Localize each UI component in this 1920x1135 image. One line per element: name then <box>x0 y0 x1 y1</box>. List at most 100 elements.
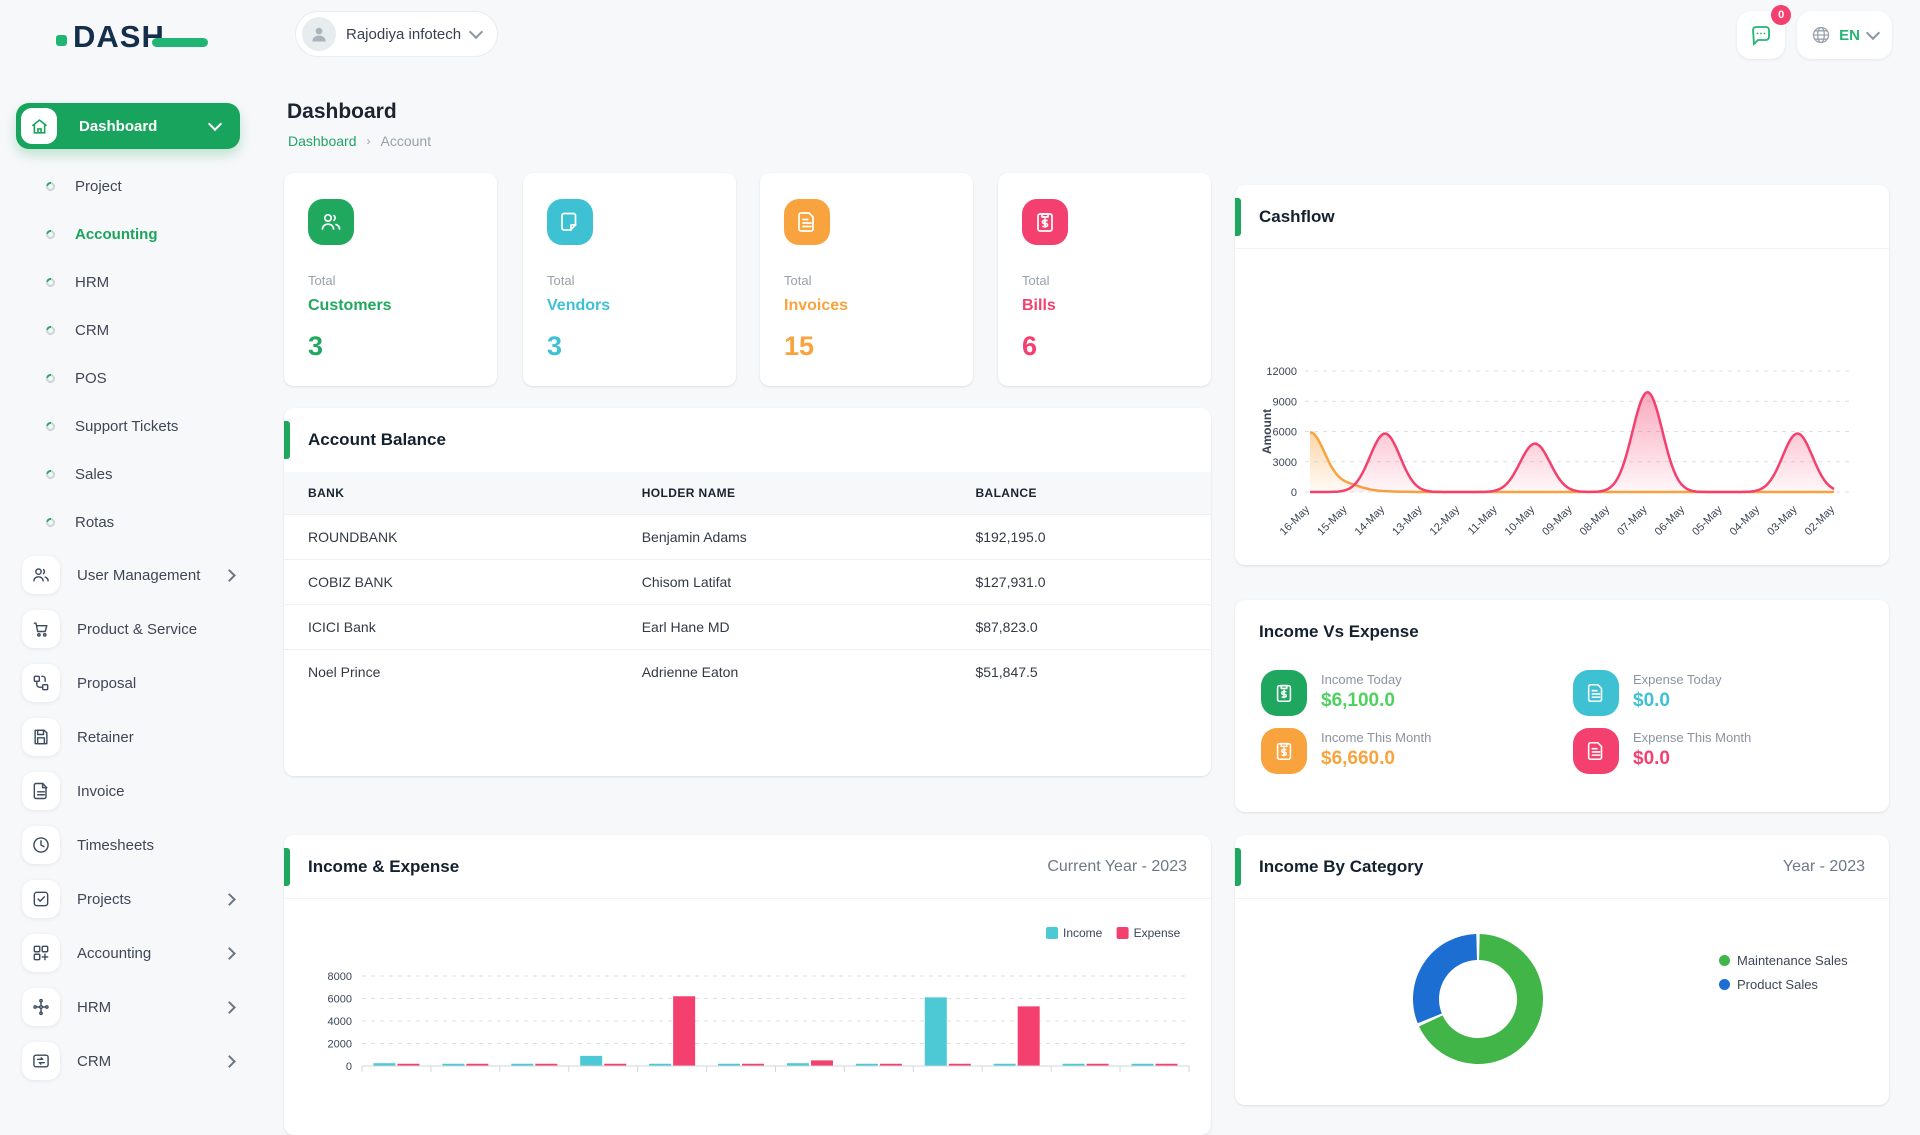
sidebar-item-label: CRM <box>77 1053 225 1070</box>
bank-cell: Noel Prince <box>284 650 618 695</box>
bullet-icon <box>44 276 57 289</box>
chart-legend: Maintenance Sales Product Sales <box>1719 953 1848 992</box>
sidebar-subitem-accounting[interactable]: Accounting <box>0 210 284 258</box>
balance-cell: $192,195.0 <box>951 515 1211 560</box>
legend-dot-icon <box>1719 955 1730 966</box>
bill-icon <box>1273 740 1295 762</box>
avatar <box>302 17 336 51</box>
sidebar-item-accounting[interactable]: Accounting <box>0 926 284 980</box>
chevron-down-icon <box>208 117 222 131</box>
sidebar-item-user-management[interactable]: User Management <box>0 548 284 602</box>
invoice-icon <box>1585 682 1607 704</box>
sidebar-item-label: Timesheets <box>77 837 284 854</box>
card-title: Income By Category <box>1259 857 1423 877</box>
note-icon <box>558 210 582 234</box>
legend-item-maintenance-sales: Maintenance Sales <box>1719 953 1848 968</box>
summary-tile-income-today: Income Today$6,100.0 <box>1261 670 1402 716</box>
invoice-icon <box>795 210 819 234</box>
income-vs-expense-card: Income Vs Expense Income Today$6,100.0Ex… <box>1235 600 1889 812</box>
tile-label: Expense Today <box>1633 670 1722 687</box>
cashflow-area-chart: 030006000900012000Amount16-May15-May14-M… <box>1235 249 1889 565</box>
sidebar-item-proposal[interactable]: Proposal <box>0 656 284 710</box>
svg-text:12-May: 12-May <box>1428 503 1463 538</box>
sidebar-item-label: Proposal <box>77 675 284 692</box>
sidebar-subitem-crm[interactable]: CRM <box>0 306 284 354</box>
sidebar-subitem-label: Rotas <box>75 514 114 531</box>
workspace-selector[interactable]: Rajodiya infotech <box>295 11 498 57</box>
svg-text:06-May: 06-May <box>1653 503 1688 538</box>
sidebar-item-timesheets[interactable]: Timesheets <box>0 818 284 872</box>
sidebar-subitem-rotas[interactable]: Rotas <box>0 498 284 546</box>
card-accent-bar <box>1235 848 1241 886</box>
sidebar-item-label: Invoice <box>77 783 284 800</box>
breadcrumb-dashboard-link[interactable]: Dashboard <box>288 133 357 149</box>
bullet-icon <box>44 372 57 385</box>
svg-text:16-May: 16-May <box>1278 503 1313 538</box>
sidebar-item-hrm[interactable]: HRM <box>0 980 284 1034</box>
globe-icon <box>1811 25 1831 45</box>
language-code: EN <box>1839 27 1860 44</box>
chevron-right-icon <box>223 893 236 906</box>
file-icon <box>31 781 51 801</box>
legend-dot-icon <box>1719 979 1730 990</box>
sidebar-item-projects[interactable]: Projects <box>0 872 284 926</box>
holder-cell: Adrienne Eaton <box>618 650 952 695</box>
cashflow-chart-card: Cashflow 030006000900012000Amount16-May1… <box>1235 185 1889 565</box>
clock-icon <box>31 835 51 855</box>
income-by-category-card: Income By Category Year - 2023 Maintenan… <box>1235 835 1889 1105</box>
bullet-icon <box>44 468 57 481</box>
stat-label: Bills <box>1022 297 1056 315</box>
svg-text:2000: 2000 <box>328 1039 352 1051</box>
svg-text:0: 0 <box>346 1061 352 1073</box>
language-selector[interactable]: EN <box>1797 11 1892 59</box>
sidebar-item-dashboard[interactable]: Dashboard <box>16 103 240 149</box>
sidebar-subitem-project[interactable]: Project <box>0 162 284 210</box>
sidebar-item-product-service[interactable]: Product & Service <box>0 602 284 656</box>
bullet-icon <box>44 180 57 193</box>
svg-text:02-May: 02-May <box>1803 503 1838 538</box>
svg-text:14-May: 14-May <box>1353 503 1388 538</box>
summary-tile-income-this-month: Income This Month$6,660.0 <box>1261 728 1431 774</box>
svg-text:09-May: 09-May <box>1540 503 1575 538</box>
stat-card-invoices: TotalInvoices15 <box>760 173 973 386</box>
svg-text:0: 0 <box>1291 487 1297 499</box>
sidebar-subitem-pos[interactable]: POS <box>0 354 284 402</box>
stat-prefix: Total <box>308 273 335 288</box>
chat-icon <box>1749 23 1773 47</box>
bullet-icon <box>44 228 57 241</box>
svg-text:12000: 12000 <box>1266 366 1297 378</box>
svg-text:Expense: Expense <box>1134 926 1181 940</box>
table-row: ROUNDBANKBenjamin Adams$192,195.0 <box>284 515 1211 560</box>
logo-dot-icon <box>56 35 67 46</box>
svg-text:11-May: 11-May <box>1466 503 1500 537</box>
chevron-right-icon <box>223 1055 236 1068</box>
balance-cell: $127,931.0 <box>951 560 1211 605</box>
summary-tile-expense-this-month: Expense This Month$0.0 <box>1573 728 1751 774</box>
sidebar-subitem-hrm[interactable]: HRM <box>0 258 284 306</box>
messages-button[interactable]: 0 <box>1737 11 1785 59</box>
sidebar-subitem-label: HRM <box>75 274 109 291</box>
sidebar-item-invoice[interactable]: Invoice <box>0 764 284 818</box>
sidebar-subitem-sales[interactable]: Sales <box>0 450 284 498</box>
legend-item-product-sales: Product Sales <box>1719 977 1848 992</box>
stat-value: 3 <box>547 331 562 362</box>
legend-label: Product Sales <box>1737 977 1818 992</box>
stat-prefix: Total <box>784 273 811 288</box>
sidebar-subitem-support-tickets[interactable]: Support Tickets <box>0 402 284 450</box>
stat-card-vendors: TotalVendors3 <box>523 173 736 386</box>
chevron-down-icon <box>1866 26 1880 40</box>
sidebar-item-label: Accounting <box>77 945 225 962</box>
column-header-bank: BANK <box>284 472 618 515</box>
users-icon <box>319 210 343 234</box>
holder-cell: Benjamin Adams <box>618 515 952 560</box>
stat-label: Customers <box>308 297 392 315</box>
workspace-name: Rajodiya infotech <box>346 26 461 43</box>
grid-plus-icon <box>31 943 51 963</box>
dashboard-submenu: ProjectAccounting HRM CRMPOSSupport Ticket… <box>0 162 284 546</box>
svg-text:6000: 6000 <box>328 994 352 1006</box>
card-period-label: Year - 2023 <box>1783 858 1865 876</box>
chevron-right-icon <box>223 1001 236 1014</box>
bullet-icon <box>44 420 57 433</box>
sidebar-item-retainer[interactable]: Retainer <box>0 710 284 764</box>
breadcrumb-current: Account <box>381 133 432 149</box>
